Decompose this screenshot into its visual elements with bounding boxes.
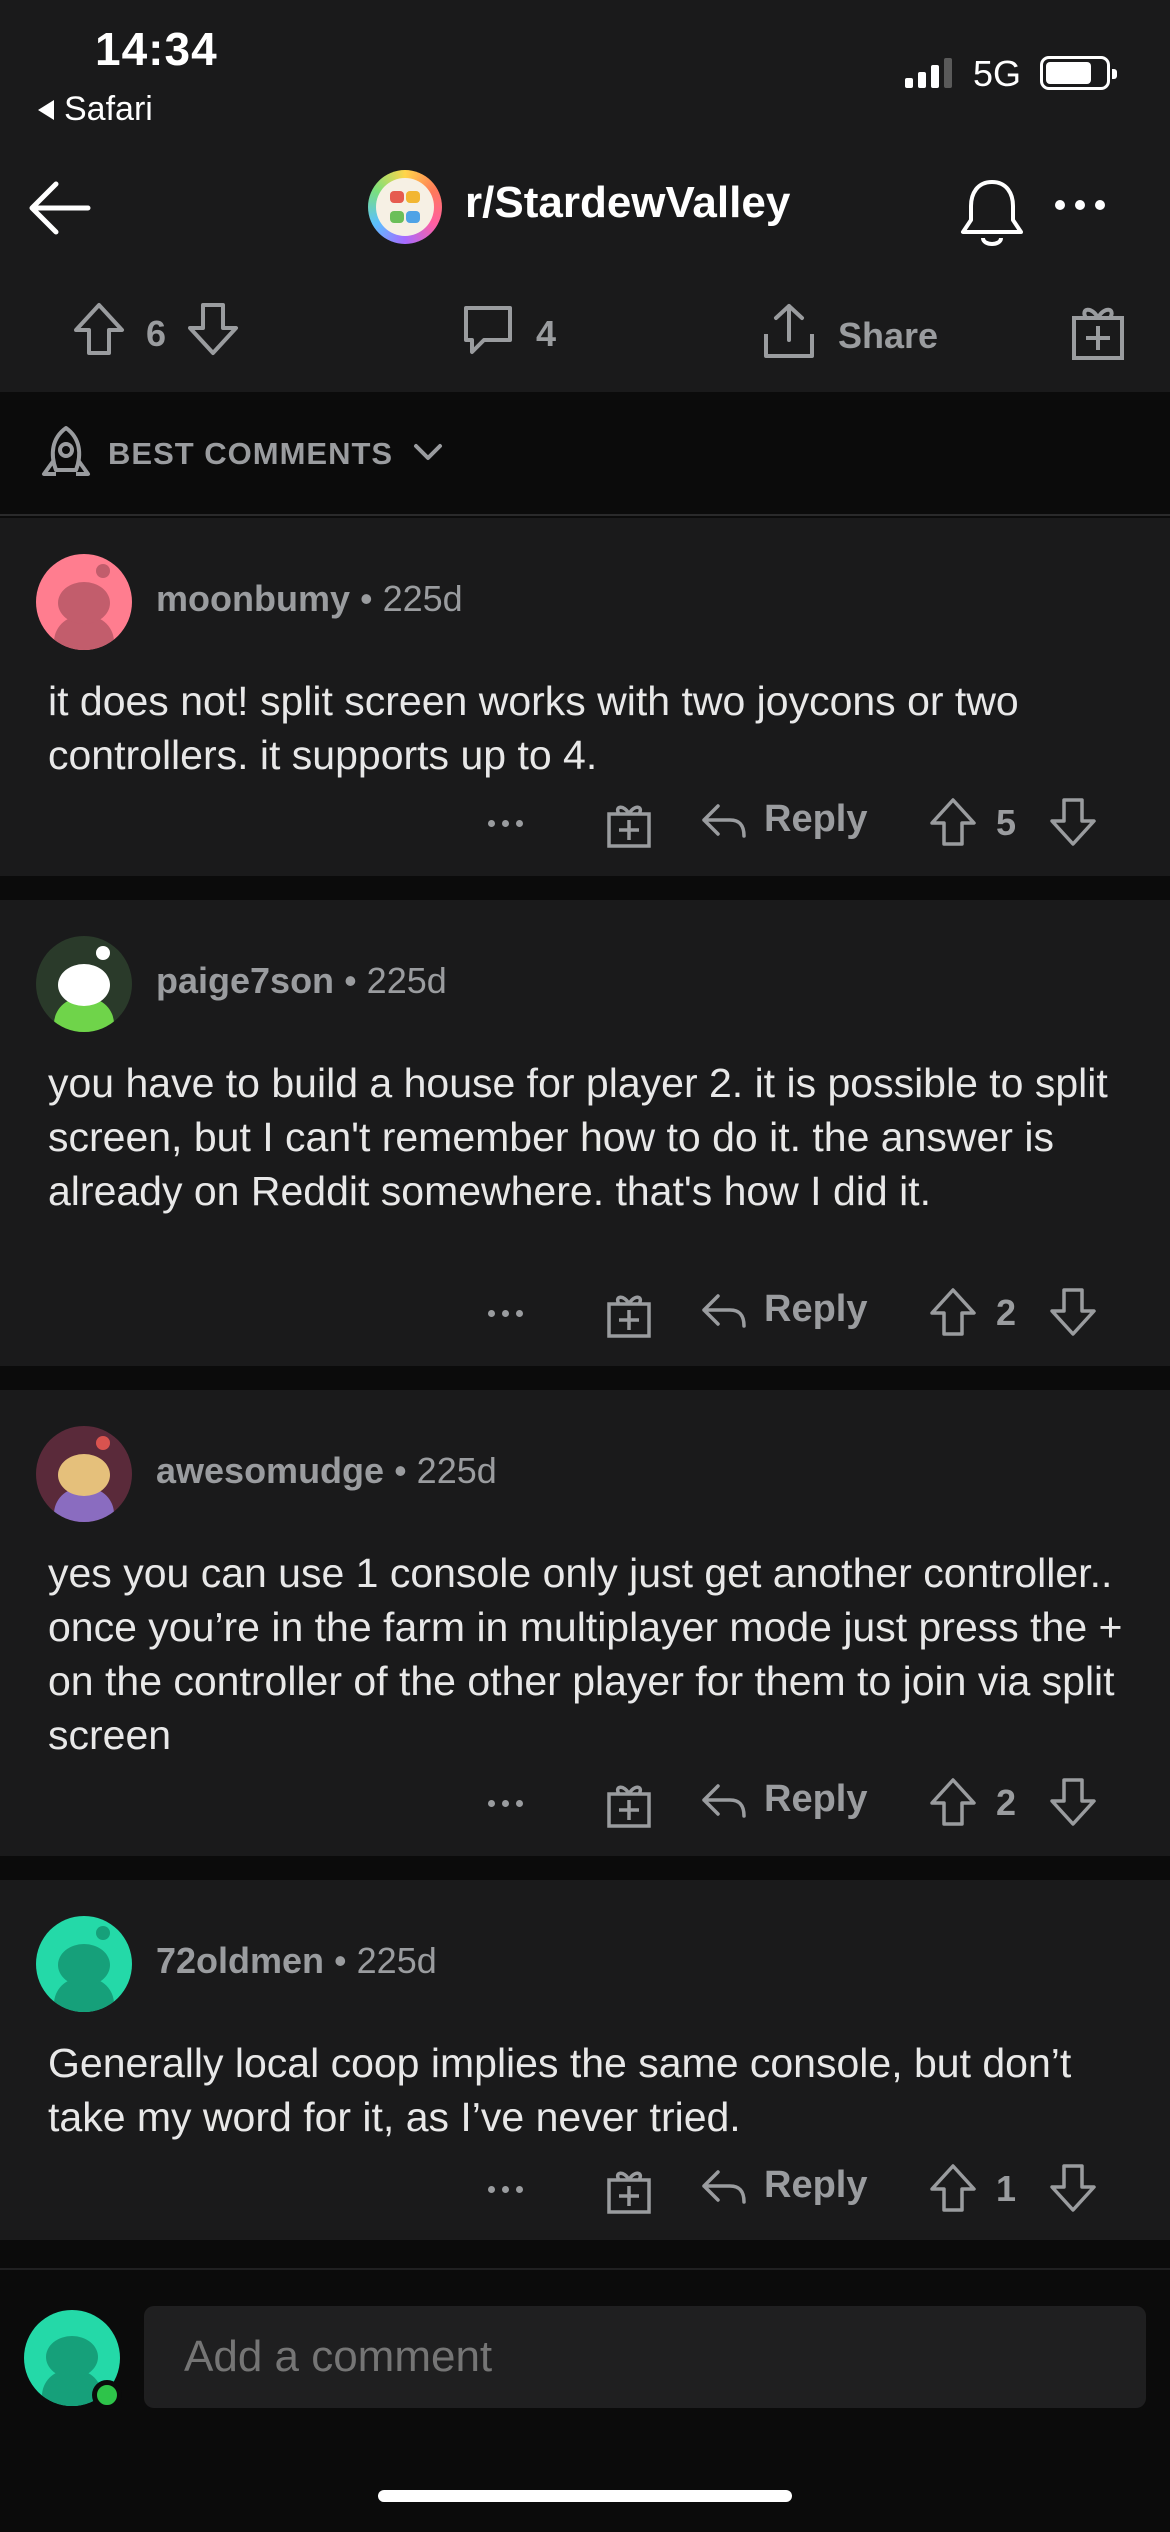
back-arrow-icon[interactable] [22, 170, 98, 251]
reply-button[interactable]: Reply [700, 798, 867, 841]
avatar[interactable] [36, 554, 132, 650]
gift-icon[interactable] [604, 800, 654, 855]
reply-label: Reply [764, 1288, 868, 1330]
comment-card: moonbumy • 225d it does not! split screen … [0, 518, 1170, 876]
comment-username[interactable]: paige7son [156, 960, 334, 1001]
upvote-icon[interactable] [928, 1286, 978, 1343]
comment-card: 72oldmen • 225d Generally local coop impli… [0, 1880, 1170, 2240]
back-to-app-link[interactable]: Safari [38, 90, 153, 129]
comment-meta: awesomudge • 225d [156, 1450, 497, 1491]
post-vote-group: 6 [70, 300, 242, 367]
subreddit-avatar[interactable] [368, 170, 442, 244]
share-button[interactable]: Share [758, 300, 938, 371]
award-button[interactable] [1068, 300, 1128, 371]
subreddit-name[interactable]: r/StardewValley [465, 178, 790, 228]
comment-score: 2 [996, 1292, 1017, 1333]
downvote-icon[interactable] [1048, 2162, 1098, 2219]
signal-icon [905, 58, 952, 88]
comment-meta: moonbumy • 225d [156, 578, 463, 619]
comment-body: Generally local coop implies the same co… [48, 2040, 1072, 2140]
gift-icon[interactable] [604, 2166, 654, 2221]
comment-toolbar: Reply 2 [0, 1774, 1170, 1834]
sort-label: BEST COMMENTS [108, 436, 394, 471]
reply-button[interactable]: Reply [700, 1778, 867, 1821]
downvote-icon[interactable] [1048, 1286, 1098, 1343]
comment-toolbar: Reply 1 [0, 2160, 1170, 2220]
rocket-icon [36, 422, 96, 491]
comment-score: 2 [996, 1782, 1017, 1823]
network-label: 5G [973, 53, 1022, 94]
gift-icon[interactable] [604, 1780, 654, 1835]
comment-meta: paige7son • 225d [156, 960, 447, 1001]
comment-body: it does not! split screen works with two… [48, 678, 1019, 778]
comment-age: 225d [356, 1940, 437, 1981]
comment-age: 225d [366, 960, 447, 1001]
downvote-icon[interactable] [184, 300, 242, 367]
comment-count: 4 [536, 312, 557, 354]
reply-label: Reply [764, 2164, 868, 2206]
more-options-icon[interactable] [1055, 200, 1105, 210]
comment-meta: 72oldmen • 225d [156, 1940, 437, 1981]
comment-bubble-icon [458, 300, 518, 367]
battery-icon [1040, 56, 1117, 90]
comment-username[interactable]: awesomudge [156, 1450, 384, 1491]
post-action-bar: 6 4 Share [0, 270, 1170, 392]
avatar[interactable] [36, 1916, 132, 2012]
more-options-icon[interactable] [488, 1310, 523, 1317]
post-header: r/StardewValley [0, 150, 1170, 270]
back-app-label: Safari [64, 90, 153, 128]
comment-username[interactable]: 72oldmen [156, 1940, 324, 1981]
comment-composer [0, 2268, 1170, 2428]
add-comment-input[interactable] [144, 2306, 1146, 2408]
back-triangle-icon [38, 99, 54, 120]
downvote-icon[interactable] [1048, 796, 1098, 853]
reply-button[interactable]: Reply [700, 2164, 867, 2207]
upvote-icon[interactable] [928, 2162, 978, 2219]
avatar[interactable] [36, 936, 132, 1032]
online-status-dot [92, 2380, 122, 2410]
comment-age: 225d [382, 578, 463, 619]
reply-label: Reply [764, 1778, 868, 1820]
upvote-icon[interactable] [928, 796, 978, 853]
chevron-down-icon [408, 432, 448, 477]
avatar[interactable] [36, 1426, 132, 1522]
comment-score: 5 [996, 802, 1017, 843]
comment-body: yes you can use 1 console only just get … [48, 1550, 1123, 1758]
more-options-icon[interactable] [488, 2186, 523, 2193]
share-label: Share [838, 314, 939, 356]
more-options-icon[interactable] [488, 820, 523, 827]
comment-username[interactable]: moonbumy [156, 578, 350, 619]
bell-icon[interactable] [955, 174, 1029, 259]
gift-icon [1068, 300, 1128, 371]
comment-age: 225d [416, 1450, 497, 1491]
post-score: 6 [146, 312, 167, 354]
comment-toolbar: Reply 5 [0, 794, 1170, 854]
share-icon [758, 300, 820, 371]
comment-card: awesomudge • 225d yes you can use 1 consol… [0, 1390, 1170, 1856]
reply-button[interactable]: Reply [700, 1288, 867, 1331]
comment-score: 1 [996, 2168, 1017, 2209]
comments-button[interactable]: 4 [458, 300, 556, 367]
downvote-icon[interactable] [1048, 1776, 1098, 1833]
home-indicator[interactable] [378, 2490, 792, 2502]
comment-card: paige7son • 225d you have to build a house… [0, 900, 1170, 1366]
upvote-icon[interactable] [928, 1776, 978, 1833]
more-options-icon[interactable] [488, 1800, 523, 1807]
upvote-icon[interactable] [70, 300, 128, 367]
comment-toolbar: Reply 2 [0, 1284, 1170, 1344]
gift-icon[interactable] [604, 1290, 654, 1345]
status-bar: 14:34 Safari 5G [0, 0, 1170, 150]
status-time: 14:34 [95, 23, 218, 75]
comment-sort-bar[interactable]: BEST COMMENTS [0, 392, 1170, 516]
comment-body: you have to build a house for player 2. … [48, 1060, 1108, 1214]
reply-label: Reply [764, 798, 868, 840]
